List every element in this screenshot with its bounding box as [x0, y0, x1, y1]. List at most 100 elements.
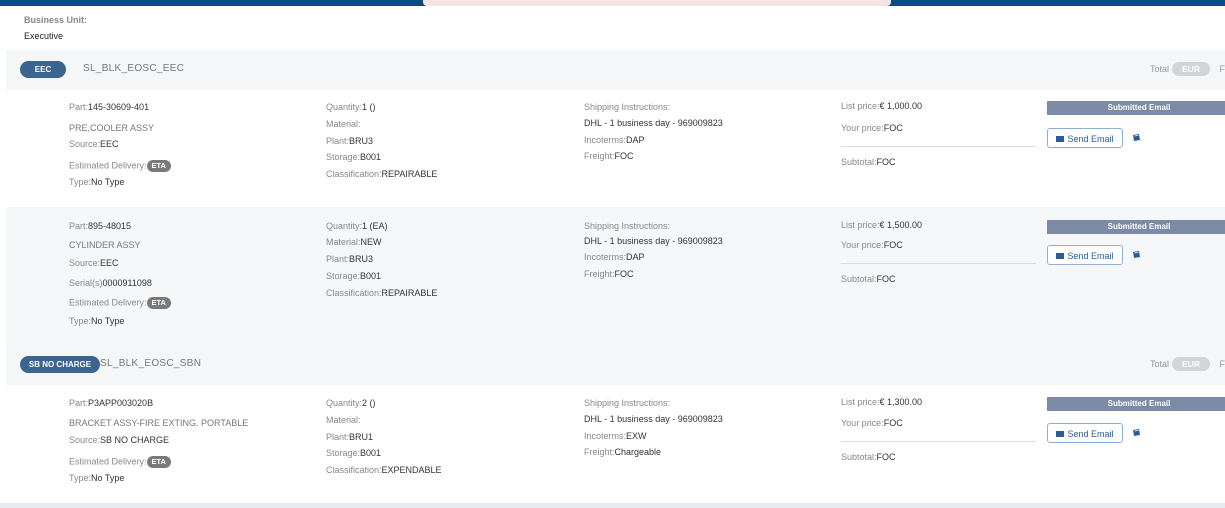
- send-email-button[interactable]: Send Email: [1047, 423, 1123, 443]
- freight-value: Chargeable: [614, 447, 662, 457]
- material-row: Material:: [326, 119, 361, 129]
- shipping-instructions-value: DHL - 1 business day - 969009823: [584, 414, 723, 424]
- your-price-value: FOC: [883, 123, 903, 133]
- price-divider: [841, 441, 1036, 442]
- order-item: Part:145-30609-401 PRE,COOLER ASSY Sourc…: [6, 90, 1225, 207]
- incoterms-label: Incoterms:: [584, 135, 627, 145]
- group-pill[interactable]: EEC: [20, 61, 66, 78]
- shipping-instructions-value: DHL - 1 business day - 969009823: [584, 236, 723, 246]
- quantity-row: Quantity:1 (): [326, 102, 376, 112]
- incoterms-value: DAP: [626, 135, 645, 145]
- group-code: SL_BLK_EOSC_SBN: [100, 358, 202, 369]
- part-description: BRACKET ASSY-FIRE EXTING. PORTABLE: [69, 418, 249, 428]
- book-icon[interactable]: [1132, 429, 1141, 437]
- plant-value: BRU3: [349, 254, 374, 264]
- list-price-row: List price:€ 1,300.00: [841, 397, 922, 407]
- submitted-email-badge: Submitted Email: [1047, 397, 1225, 411]
- freight-label: Freight:: [584, 151, 615, 161]
- part-number: 145-30609-401: [88, 102, 150, 112]
- your-price-value: FOC: [883, 240, 903, 250]
- business-unit-label: Business Unit:: [24, 15, 88, 25]
- incoterms-value: EXW: [626, 431, 647, 441]
- storage-label: Storage:: [326, 152, 361, 162]
- incoterms-label: Incoterms:: [584, 431, 627, 441]
- currency-pill[interactable]: EUR: [1172, 357, 1210, 371]
- currency-pill[interactable]: EUR: [1172, 62, 1210, 76]
- order-item: Part:P3APP003020B BRACKET ASSY-FIRE EXTI…: [6, 385, 1225, 503]
- list-price-value: € 1,000.00: [879, 101, 923, 111]
- incoterms-label: Incoterms:: [584, 252, 627, 262]
- send-email-button[interactable]: Send Email: [1047, 128, 1123, 148]
- subtotal-value: FOC: [876, 157, 896, 167]
- source-row: Source:SB NO CHARGE: [69, 435, 169, 445]
- shipping-instructions-label: Shipping Instructions:: [584, 398, 671, 408]
- incoterms-row: Incoterms:EXW: [584, 431, 647, 441]
- freight-label: Freight:: [584, 447, 615, 457]
- incoterms-value: DAP: [626, 252, 645, 262]
- submitted-email-badge: Submitted Email: [1047, 101, 1225, 115]
- serials-value: 0000911098: [102, 278, 152, 288]
- part-number: P3APP003020B: [88, 398, 154, 408]
- serials-row: Serial(s)0000911098: [69, 278, 152, 288]
- list-price-value: € 1,500.00: [879, 220, 923, 230]
- classification-value: REPAIRABLE: [381, 169, 438, 179]
- material-label: Material:: [326, 237, 361, 247]
- subtotal-row: Subtotal:FOC: [841, 157, 896, 167]
- your-price-row: Your price:FOC: [841, 123, 903, 133]
- your-price-label: Your price:: [841, 418, 884, 428]
- eta-badge[interactable]: ETA: [146, 456, 171, 468]
- type-value: No Type: [91, 177, 125, 187]
- subtotal-row: Subtotal:FOC: [841, 452, 896, 462]
- list-price-label: List price:: [841, 220, 880, 230]
- plant-label: Plant:: [326, 136, 350, 146]
- business-unit-value: Executive: [24, 31, 64, 41]
- classification-row: Classification:REPAIRABLE: [326, 169, 437, 179]
- eta-badge[interactable]: ETA: [146, 160, 171, 172]
- source-value: SB NO CHARGE: [100, 435, 170, 445]
- plant-row: Plant:BRU3: [326, 254, 373, 264]
- top-bar: [0, 0, 1225, 6]
- envelope-icon: [1056, 252, 1065, 259]
- classification-label: Classification:: [326, 465, 382, 475]
- part-label: Part:: [69, 221, 89, 231]
- quantity-label: Quantity:: [326, 102, 363, 112]
- freight-value: FOC: [614, 269, 634, 279]
- source-row: Source:EEC: [69, 258, 119, 268]
- part-number: 895-48015: [88, 221, 132, 231]
- plant-label: Plant:: [326, 432, 350, 442]
- estimated-delivery-row: Estimated Delivery: ETA: [69, 456, 171, 468]
- shipping-instructions-value: DHL - 1 business day - 969009823: [584, 118, 723, 128]
- send-email-button[interactable]: Send Email: [1047, 245, 1123, 265]
- send-email-label: Send Email: [1067, 134, 1114, 144]
- source-label: Source:: [69, 435, 101, 445]
- send-email-label: Send Email: [1067, 429, 1114, 439]
- source-row: Source:EEC: [69, 139, 119, 149]
- storage-row: Storage:B001: [326, 152, 381, 162]
- type-row: Type:No Type: [69, 316, 124, 326]
- part-row: Part:145-30609-401: [69, 102, 149, 112]
- freight-row: Freight:Chargeable: [584, 447, 661, 457]
- part-row: Part:P3APP003020B: [69, 398, 153, 408]
- eta-badge[interactable]: ETA: [146, 297, 171, 309]
- plant-label: Plant:: [326, 254, 350, 264]
- classification-row: Classification:EXPENDABLE: [326, 465, 442, 475]
- classification-value: EXPENDABLE: [381, 465, 442, 475]
- book-icon[interactable]: [1132, 251, 1141, 259]
- total-label: Total: [1149, 359, 1169, 369]
- plant-value: BRU3: [349, 136, 374, 146]
- subtotal-label: Subtotal:: [841, 157, 877, 167]
- freight-value: FOC: [614, 151, 634, 161]
- type-row: Type:No Type: [69, 473, 124, 483]
- source-label: Source:: [69, 139, 101, 149]
- estimated-delivery-label: Estimated Delivery:: [69, 456, 147, 467]
- type-label: Type:: [69, 316, 92, 326]
- plant-row: Plant:BRU1: [326, 432, 373, 442]
- storage-value: B001: [360, 271, 382, 281]
- group-pill[interactable]: SB NO CHARGE: [20, 356, 100, 373]
- type-value: No Type: [91, 316, 125, 326]
- estimated-delivery-label: Estimated Delivery:: [69, 297, 147, 308]
- subtotal-label: Subtotal:: [841, 452, 877, 462]
- submitted-email-badge: Submitted Email: [1047, 220, 1225, 234]
- book-icon[interactable]: [1132, 134, 1141, 142]
- send-email-label: Send Email: [1067, 251, 1114, 261]
